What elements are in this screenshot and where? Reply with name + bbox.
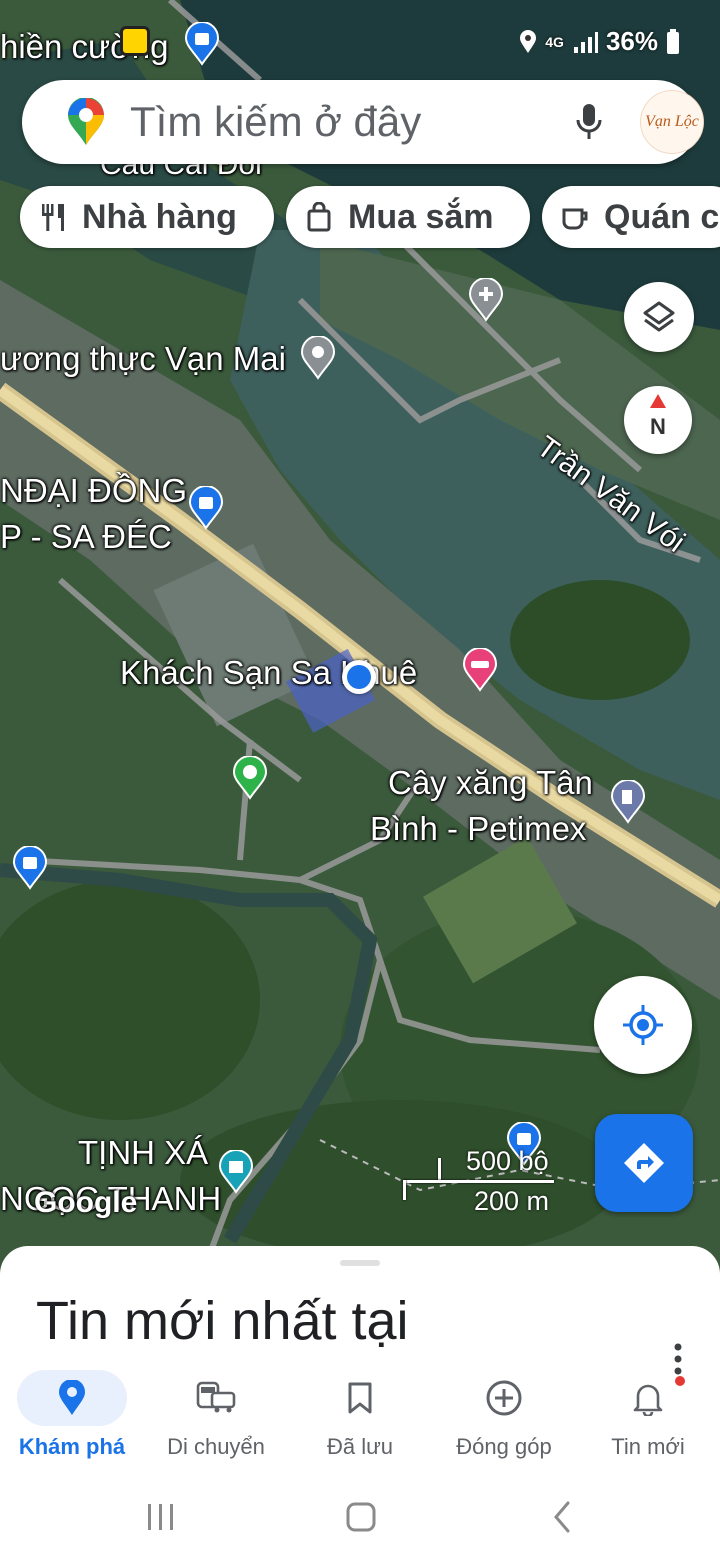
park-pin-icon[interactable]	[232, 756, 268, 800]
explore-pin-icon	[59, 1380, 85, 1415]
nav-explore[interactable]: Khám phá	[0, 1370, 144, 1470]
signal-icon	[573, 31, 598, 53]
back-icon[interactable]	[550, 1500, 574, 1534]
chip-restaurants[interactable]: Nhà hàng	[20, 186, 274, 248]
nav-saved[interactable]: Đã lưu	[288, 1370, 432, 1470]
sheet-title: Tin mới nhất tại	[36, 1291, 409, 1351]
battery-icon	[667, 28, 679, 54]
map-label-tinh-xa-line1[interactable]: TỊNH XÁ	[78, 1134, 208, 1172]
hospital-pin-icon[interactable]	[468, 278, 504, 322]
search-bar[interactable]: Tìm kiếm ở đây Vạn Lộc	[22, 80, 704, 164]
account-avatar[interactable]: Vạn Lộc	[640, 90, 704, 154]
nav-label: Đã lưu	[326, 1434, 394, 1459]
avatar-text: Vạn Lộc	[645, 113, 699, 130]
temple-pin-icon[interactable]	[218, 1150, 254, 1194]
map-label-gas-station-line2[interactable]: Bình - Petimex	[370, 810, 586, 848]
scale-imperial: 500 bộ	[466, 1146, 549, 1176]
category-chips: Nhà hàng Mua sắm Quán c	[20, 186, 720, 250]
my-location-icon	[623, 1005, 663, 1045]
restaurant-icon	[42, 204, 64, 231]
network-type-label: 4G	[545, 33, 564, 50]
chip-label: Nhà hàng	[82, 197, 237, 236]
bookmark-icon	[348, 1382, 372, 1414]
layers-button[interactable]	[624, 282, 694, 352]
nav-label: Tin mới	[611, 1434, 685, 1459]
shopping-bag-icon	[307, 202, 331, 232]
shopping-pin-icon[interactable]	[188, 486, 224, 530]
add-circle-icon	[486, 1380, 522, 1416]
hotel-pin-icon[interactable]	[462, 648, 498, 692]
current-location-dot	[342, 660, 376, 694]
battery-percent: 36%	[605, 26, 658, 56]
scale-metric: 200 m	[474, 1186, 550, 1216]
nav-label: Đóng góp	[456, 1434, 552, 1459]
place-pin-icon[interactable]	[300, 336, 336, 380]
search-input[interactable]: Tìm kiếm ở đây	[130, 98, 421, 146]
chip-label: Quán c	[604, 197, 720, 236]
home-icon[interactable]	[344, 1500, 378, 1534]
map-label-sa-dec[interactable]: P - SA ĐÉC	[0, 518, 172, 556]
nav-updates[interactable]: Tin mới	[576, 1370, 720, 1470]
commute-icon	[196, 1381, 236, 1413]
location-status-icon	[520, 29, 537, 53]
nav-label: Khám phá	[18, 1434, 126, 1459]
map-scale: 500 bộ 200 m	[400, 1146, 560, 1220]
coffee-icon	[562, 208, 588, 230]
nav-commute[interactable]: Di chuyển	[144, 1370, 288, 1470]
status-bar: 4G 36%	[0, 0, 720, 80]
map-label-luong-thuc[interactable]: ương thực Vạn Mai	[0, 340, 286, 378]
microphone-icon[interactable]	[574, 102, 604, 142]
notification-dot	[675, 1376, 685, 1386]
google-watermark: Google	[34, 1186, 138, 1219]
directions-button[interactable]	[595, 1114, 693, 1212]
status-indicators: 4G 36%	[519, 26, 680, 57]
map-label-gas-station-line1[interactable]: Cây xăng Tân	[388, 764, 593, 802]
nav-contribute[interactable]: Đóng góp	[432, 1370, 576, 1470]
nav-label: Di chuyển	[167, 1434, 265, 1459]
system-navigation-bar	[0, 1480, 720, 1559]
layers-icon	[643, 301, 675, 332]
google-maps-logo-icon	[68, 98, 104, 145]
recent-apps-icon[interactable]	[146, 1500, 176, 1534]
map-label-dai-dong[interactable]: NĐẠI ĐỒNG	[0, 472, 187, 510]
notification-app-icon	[120, 26, 150, 56]
sheet-drag-handle[interactable]	[340, 1260, 380, 1266]
compass-north-label: N	[650, 414, 666, 439]
compass-needle-icon	[650, 394, 666, 408]
my-location-button[interactable]	[594, 976, 692, 1074]
bottom-navigation: Khám phá Di chuyển Đã lưu Đóng góp Tin m…	[0, 1370, 720, 1470]
chip-shopping[interactable]: Mua sắm	[286, 186, 530, 248]
chip-cafes[interactable]: Quán c	[542, 186, 720, 248]
compass-button[interactable]: N	[624, 386, 692, 454]
directions-icon	[624, 1143, 664, 1183]
bell-icon	[633, 1384, 663, 1416]
shopping-pin-icon[interactable]	[12, 846, 48, 890]
gas-station-pin-icon[interactable]	[610, 780, 646, 824]
chip-label: Mua sắm	[348, 197, 494, 236]
